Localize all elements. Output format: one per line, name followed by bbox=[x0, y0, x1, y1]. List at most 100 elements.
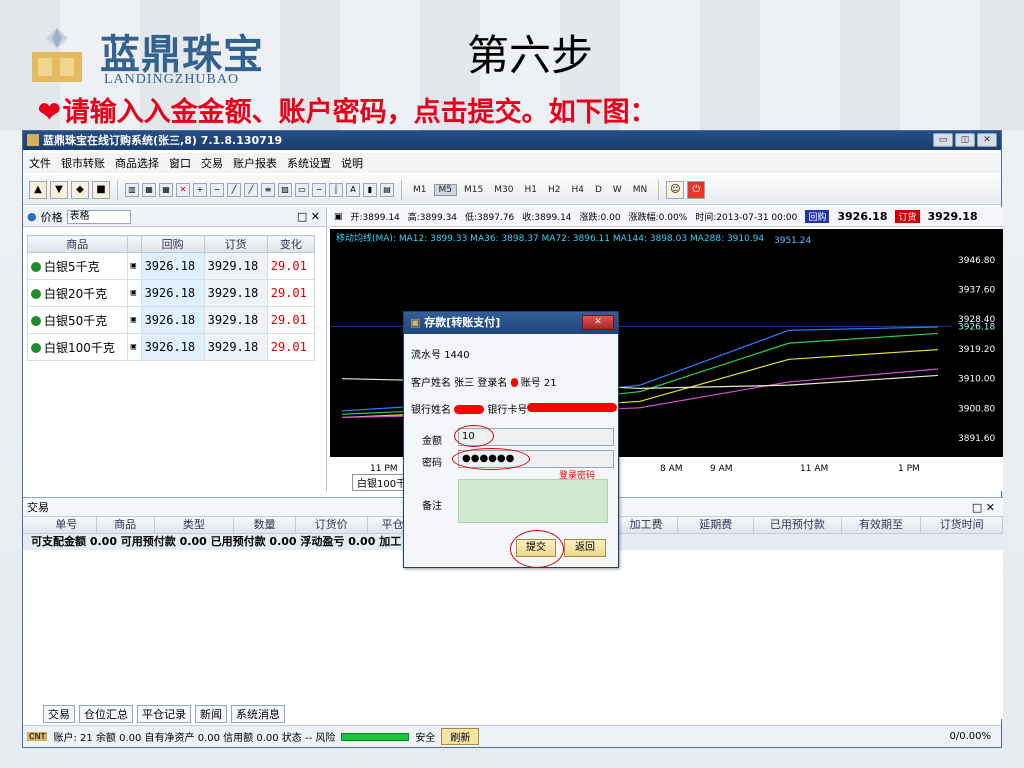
rect-tool-icon[interactable]: ▭ bbox=[295, 182, 309, 197]
grid-icon[interactable]: ▦ bbox=[159, 182, 173, 197]
slide-title: 第六步 bbox=[466, 31, 593, 80]
indicator-icon[interactable]: ▮ bbox=[363, 182, 377, 197]
maximize-button[interactable]: ◫ bbox=[955, 133, 975, 147]
dialog-close-button[interactable]: ✕ bbox=[582, 315, 614, 330]
x-tick-label: 8 AM bbox=[660, 464, 683, 474]
close-icon[interactable]: □ ✕ bbox=[297, 210, 320, 223]
line-tool-icon[interactable]: ╱ bbox=[227, 182, 241, 197]
product-name: 白银5千克 bbox=[44, 259, 100, 274]
column-header[interactable]: 变化 bbox=[266, 235, 316, 253]
bar-chart-icon[interactable]: ▥ bbox=[125, 182, 139, 197]
user-icon[interactable]: ☺ bbox=[666, 180, 685, 199]
column-header[interactable]: 延期费 bbox=[678, 517, 755, 533]
refresh-button[interactable]: 刷新 bbox=[441, 728, 480, 745]
serial-row: 流水号 1440 bbox=[411, 346, 470, 361]
zoom-in-icon[interactable]: + bbox=[193, 182, 207, 197]
timeframe-m1[interactable]: M1 bbox=[409, 185, 431, 195]
report-icon[interactable]: ■ bbox=[92, 180, 110, 199]
note-label: 备注 bbox=[422, 501, 442, 512]
timeframe-m5[interactable]: M5 bbox=[433, 183, 457, 196]
deposit-icon[interactable]: ▲ bbox=[29, 180, 47, 199]
status-account-text: 账户: 21 余额 0.00 自有净资产 0.00 信用额 0.00 状态 --… bbox=[53, 733, 336, 744]
tab-system-messages[interactable]: 系统消息 bbox=[231, 705, 285, 723]
delete-icon[interactable]: ✕ bbox=[176, 182, 190, 197]
tab-news[interactable]: 新闻 bbox=[195, 705, 227, 723]
column-header[interactable]: 回购 bbox=[140, 235, 205, 253]
menu-item-product-select[interactable]: 商品选择 bbox=[115, 155, 159, 171]
column-header[interactable]: 订货 bbox=[203, 235, 268, 253]
view-mode-field[interactable]: 表格 bbox=[66, 209, 131, 224]
tab-position-summary[interactable]: 仓位汇总 bbox=[79, 705, 133, 723]
column-header[interactable]: 数量 bbox=[234, 517, 296, 533]
chart-link-icon[interactable]: ▣ bbox=[126, 306, 142, 334]
power-icon[interactable]: ⏻ bbox=[687, 180, 706, 199]
risk-status: 安全 bbox=[415, 733, 436, 744]
timeframe-m30[interactable]: M30 bbox=[490, 185, 517, 195]
menu-item-trade[interactable]: 交易 bbox=[201, 155, 223, 171]
close-window-button[interactable]: ✕ bbox=[977, 133, 997, 147]
x-tick-label: 9 AM bbox=[710, 464, 733, 474]
menu-item-file[interactable]: 文件 bbox=[29, 155, 51, 171]
price-panel: ● 价格 表格 □ ✕ 商品 回购 订货 变化 白银5千克 ▣ 3926.18 bbox=[23, 207, 327, 491]
timeframe-mn[interactable]: MN bbox=[629, 185, 652, 195]
table-row[interactable]: 白银20千克 ▣ 3926.18 3929.18 29.01 bbox=[27, 279, 316, 307]
column-header[interactable]: 类型 bbox=[155, 517, 235, 533]
column-header[interactable]: 单号 bbox=[37, 517, 97, 533]
chart-link-icon[interactable]: ▣ bbox=[126, 252, 142, 280]
bid-badge[interactable]: 回购 bbox=[805, 210, 830, 223]
window-titlebar[interactable]: 蓝鼎珠宝在线订购系统(张三,8) 7.1.8.130719 bbox=[23, 131, 1001, 150]
timeframe-d[interactable]: D bbox=[591, 185, 606, 195]
zoom-out-icon[interactable]: − bbox=[210, 182, 224, 197]
template-icon[interactable]: ▤ bbox=[380, 182, 394, 197]
timeframe-h1[interactable]: H1 bbox=[520, 185, 541, 195]
menu-item-help[interactable]: 说明 bbox=[341, 155, 363, 171]
column-header[interactable]: 加工费 bbox=[615, 517, 679, 533]
table-row[interactable]: 白银100千克 ▣ 3926.18 3929.18 29.01 bbox=[27, 333, 316, 361]
menu-item-settings[interactable]: 系统设置 bbox=[287, 155, 331, 171]
close-icon[interactable]: □ ✕ bbox=[972, 501, 995, 514]
timeframe-m15[interactable]: M15 bbox=[460, 185, 487, 195]
product-name-cell: 白银20千克 bbox=[27, 279, 128, 307]
tab-trade[interactable]: 交易 bbox=[43, 705, 75, 723]
candle-chart-icon[interactable]: ▦ bbox=[142, 182, 156, 197]
toolbar-separator bbox=[117, 179, 118, 200]
timeframe-h4[interactable]: H4 bbox=[567, 185, 588, 195]
app-icon: ▣ bbox=[410, 316, 421, 329]
ray-tool-icon[interactable]: ╱ bbox=[244, 182, 258, 197]
tab-close-records[interactable]: 平仓记录 bbox=[137, 705, 191, 723]
menu-item-window[interactable]: 窗口 bbox=[169, 155, 191, 171]
fibonacci-icon[interactable]: ≡ bbox=[261, 182, 275, 197]
column-header[interactable]: 订货时间 bbox=[921, 517, 1004, 533]
timeframe-w[interactable]: W bbox=[609, 185, 626, 195]
ask-badge[interactable]: 订货 bbox=[895, 210, 920, 223]
back-button[interactable]: 返回 bbox=[564, 539, 606, 557]
chart-link-icon[interactable]: ▣ bbox=[126, 279, 142, 307]
heart-icon: ❤ bbox=[38, 97, 61, 128]
column-header[interactable]: 商品 bbox=[27, 235, 128, 253]
hline-tool-icon[interactable]: ─ bbox=[312, 182, 326, 197]
y-tick-label: 3937.60 bbox=[958, 286, 995, 296]
redacted-bank-name bbox=[454, 405, 485, 414]
text-tool-icon[interactable]: A bbox=[346, 182, 360, 197]
vline-tool-icon[interactable]: │ bbox=[329, 182, 343, 197]
timeframe-h2[interactable]: H2 bbox=[544, 185, 565, 195]
minimize-button[interactable]: ▭ bbox=[933, 133, 953, 147]
column-header[interactable]: 订货价 bbox=[296, 517, 368, 533]
order-icon[interactable]: ◆ bbox=[71, 180, 89, 199]
column-header[interactable]: 商品 bbox=[97, 517, 155, 533]
table-row[interactable]: 白银5千克 ▣ 3926.18 3929.18 29.01 bbox=[27, 252, 316, 280]
note-textarea[interactable] bbox=[458, 479, 608, 523]
window-title: 蓝鼎珠宝在线订购系统(张三,8) 7.1.8.130719 bbox=[43, 134, 283, 147]
column-header-spacer bbox=[126, 235, 142, 253]
bank-row: 银行姓名 银行卡号 bbox=[411, 401, 527, 416]
channel-icon[interactable]: ▨ bbox=[278, 182, 292, 197]
amount-highlight-circle bbox=[454, 425, 494, 447]
column-header[interactable]: 有效期至 bbox=[842, 517, 922, 533]
menu-item-account-report[interactable]: 账户报表 bbox=[233, 155, 277, 171]
chart-link-icon[interactable]: ▣ bbox=[126, 333, 142, 361]
table-row[interactable]: 白银50千克 ▣ 3926.18 3929.18 29.01 bbox=[27, 306, 316, 334]
withdraw-icon[interactable]: ▼ bbox=[50, 180, 68, 199]
column-header[interactable]: 已用预付款 bbox=[754, 517, 842, 533]
menu-item-bank-transfer[interactable]: 银市转账 bbox=[61, 155, 105, 171]
price-tab-label[interactable]: 价格 bbox=[41, 209, 63, 225]
